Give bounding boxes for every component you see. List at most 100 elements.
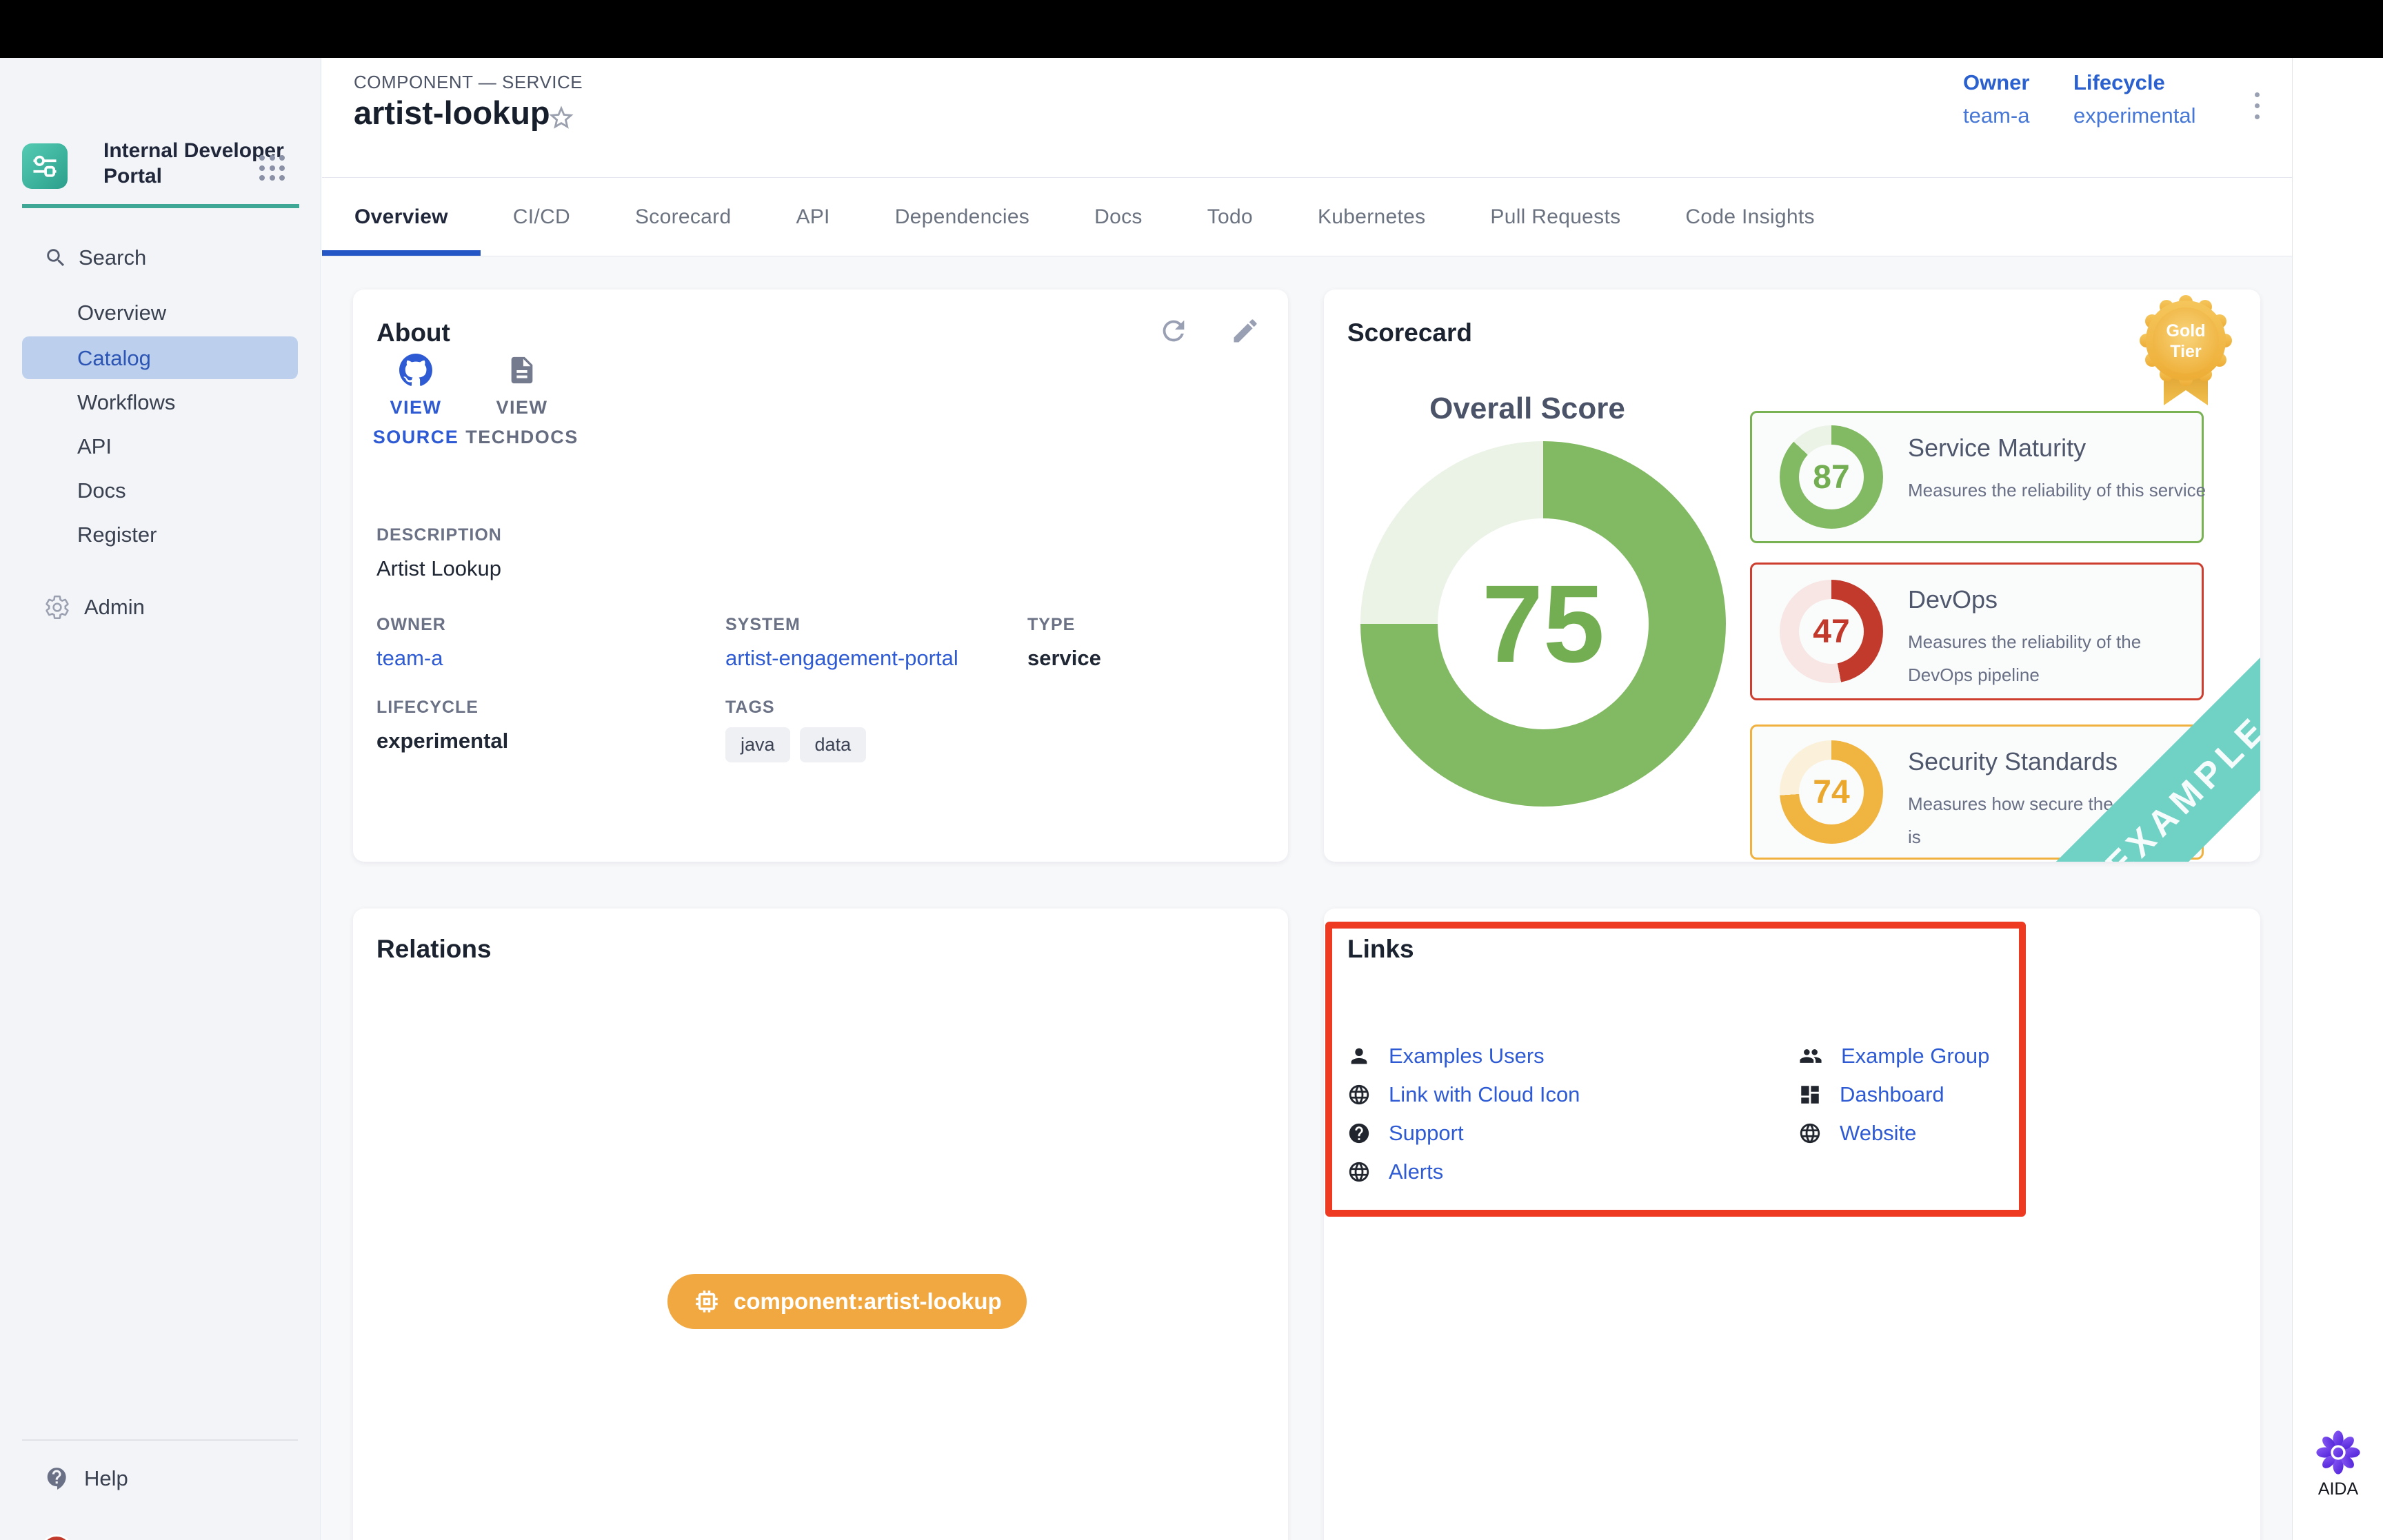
sidebar: Internal Developer Portal Search Overvie… [0, 58, 321, 1540]
globe-icon [1798, 1122, 1822, 1145]
apps-grid-icon[interactable] [259, 155, 287, 183]
relations-title: Relations [376, 935, 492, 964]
scorecard-title: Scorecard [1347, 318, 1472, 347]
tab-pull-requests[interactable]: Pull Requests [1458, 178, 1653, 256]
tab-kubernetes[interactable]: Kubernetes [1285, 178, 1458, 256]
link-examples-users[interactable]: Examples Users [1347, 1044, 1545, 1068]
person-icon [1347, 1044, 1371, 1068]
document-icon [506, 353, 538, 387]
tab-dependencies[interactable]: Dependencies [863, 178, 1062, 256]
tab-docs[interactable]: Docs [1062, 178, 1175, 256]
page-title: artist-lookup [354, 94, 550, 132]
active-nav-highlight [22, 336, 298, 379]
globe-icon [1347, 1083, 1371, 1106]
metric-title: Security Standards [1908, 747, 2118, 776]
tag-chip[interactable]: data [800, 727, 867, 762]
owner-value[interactable]: team-a [1963, 103, 2029, 128]
owner-field-label: OWNER [376, 615, 446, 635]
more-options-icon[interactable] [2243, 81, 2271, 130]
owner-label: Owner [1963, 70, 2029, 95]
sidebar-item-docs[interactable]: Docs [77, 478, 126, 503]
group-icon [1798, 1044, 1823, 1068]
service-maturity-gauge: 87 [1780, 425, 1883, 529]
tab-cicd[interactable]: CI/CD [481, 178, 603, 256]
badge-line1: Gold [2166, 321, 2206, 341]
link-support[interactable]: Support [1347, 1121, 1464, 1146]
header-owner[interactable]: Owner team-a [1963, 70, 2029, 128]
assistant-label: AIDA [2302, 1479, 2374, 1499]
tab-code-insights[interactable]: Code Insights [1653, 178, 1847, 256]
header-lifecycle[interactable]: Lifecycle experimental [2073, 70, 2195, 128]
security-standards-gauge: 74 [1780, 740, 1883, 844]
globe-icon [1347, 1160, 1371, 1184]
overall-score-value: 75 [1438, 518, 1649, 729]
sidebar-search[interactable]: Search [44, 245, 146, 270]
owner-field-value[interactable]: team-a [376, 646, 446, 671]
description-label: DESCRIPTION [376, 525, 502, 545]
metric-service-maturity[interactable]: 87 Service Maturity Measures the reliabi… [1750, 411, 2204, 543]
entity-kind: COMPONENT — SERVICE [354, 72, 583, 93]
sidebar-search-label: Search [79, 245, 146, 270]
sidebar-item-help[interactable]: Help [44, 1466, 128, 1492]
system-field-value[interactable]: artist-engagement-portal [725, 646, 958, 671]
portal-logo-icon [30, 151, 60, 181]
system-field-label: SYSTEM [725, 615, 958, 635]
entity-tabs: Overview CI/CD Scorecard API Dependencie… [322, 178, 2292, 256]
metric-title: DevOps [1908, 585, 1998, 614]
type-field-label: TYPE [1027, 615, 1101, 635]
refresh-icon[interactable] [1157, 314, 1190, 347]
link-dashboard[interactable]: Dashboard [1798, 1082, 1944, 1107]
chip-icon [692, 1287, 721, 1316]
metric-description: Measures the reliability of the DevOps p… [1908, 625, 2177, 691]
security-standards-score: 74 [1799, 760, 1864, 824]
sidebar-item-api[interactable]: API [77, 434, 112, 459]
service-maturity-score: 87 [1799, 445, 1864, 509]
devops-gauge: 47 [1780, 580, 1883, 683]
gear-icon [44, 594, 70, 620]
tab-overview[interactable]: Overview [322, 178, 481, 256]
tab-api[interactable]: API [763, 178, 862, 256]
sidebar-admin-label: Admin [84, 595, 145, 620]
help-circle-icon [1347, 1122, 1371, 1145]
relations-card: Relations component:artist-lookup [353, 909, 1288, 1540]
lifecycle-field-label: LIFECYCLE [376, 698, 508, 718]
edit-pencil-icon[interactable] [1229, 314, 1262, 347]
sidebar-item-overview[interactable]: Overview [77, 301, 166, 325]
help-chat-icon [44, 1466, 70, 1492]
sidebar-divider [22, 1439, 298, 1441]
aida-flower-icon [2315, 1430, 2361, 1475]
relations-node-component[interactable]: component:artist-lookup [667, 1274, 1027, 1329]
links-title: Links [1347, 935, 1414, 964]
sidebar-help-label: Help [84, 1466, 128, 1491]
link-alerts[interactable]: Alerts [1347, 1159, 1443, 1184]
type-field-value: service [1027, 646, 1101, 671]
tags-field-label: TAGS [725, 698, 866, 718]
metric-title: Service Maturity [1908, 434, 2086, 463]
internal-developer-portal: Internal Developer Portal Search Overvie… [0, 0, 2383, 1540]
metric-description: Measures the reliability of this service [1908, 474, 2206, 507]
assistant-button[interactable]: AIDA [2302, 1430, 2374, 1499]
assistant-rail: AIDA [2292, 58, 2383, 1540]
link-example-group[interactable]: Example Group [1798, 1044, 1989, 1068]
view-techdocs-label: VIEW TECHDOCS [456, 393, 587, 452]
relations-node-label: component:artist-lookup [734, 1288, 1002, 1315]
gold-tier-badge: Gold Tier [2140, 295, 2232, 414]
view-techdocs-button[interactable]: VIEW TECHDOCS [456, 353, 587, 452]
sidebar-user[interactable]: DP Debabrata Panigrahi [40, 1534, 280, 1540]
sidebar-item-admin[interactable]: Admin [44, 594, 145, 620]
metric-devops[interactable]: 47 DevOps Measures the reliability of th… [1750, 563, 2204, 700]
link-website[interactable]: Website [1798, 1121, 1916, 1146]
link-with-cloud-icon[interactable]: Link with Cloud Icon [1347, 1082, 1580, 1107]
about-card: About VIEW SOURCE VIEW TECHDOC [353, 290, 1288, 862]
sidebar-item-catalog[interactable]: Catalog [77, 346, 151, 371]
tag-chip[interactable]: java [725, 727, 790, 762]
lifecycle-field-value: experimental [376, 729, 508, 753]
tab-scorecard[interactable]: Scorecard [603, 178, 763, 256]
tab-todo[interactable]: Todo [1175, 178, 1285, 256]
sidebar-item-register[interactable]: Register [77, 523, 157, 547]
favorite-star-icon[interactable] [547, 103, 576, 132]
sidebar-item-workflows[interactable]: Workflows [77, 390, 175, 415]
badge-line2: Tier [2170, 342, 2202, 361]
app-logo[interactable] [22, 143, 68, 189]
browser-black-bar [0, 0, 2383, 58]
